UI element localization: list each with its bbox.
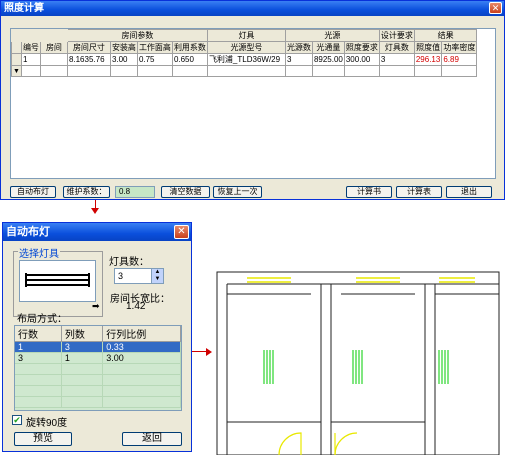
- col-header-size[interactable]: 房间尺寸: [66, 41, 111, 54]
- list-header-ratio[interactable]: 行列比例: [102, 326, 181, 342]
- group-lamp: 灯具: [206, 29, 286, 42]
- col-header-source-model[interactable]: 光源型号: [206, 41, 286, 54]
- auto-layout-button[interactable]: 自动布灯: [10, 186, 56, 198]
- list-item[interactable]: 1 3 0.33: [15, 341, 181, 353]
- lamp-count-spinner[interactable]: 3 ▲ ▼: [114, 268, 164, 284]
- cell-id[interactable]: 1: [20, 53, 41, 66]
- cell-source-model[interactable]: 飞利浦_TLD36W/29: [206, 53, 286, 66]
- cell-work-height[interactable]: 0.75: [136, 53, 173, 66]
- exit-button[interactable]: 退出: [446, 186, 492, 198]
- rotate-90-checkbox[interactable]: ✔: [12, 415, 22, 425]
- cell-mount-height[interactable]: 3.00: [109, 53, 138, 66]
- list-header-cols[interactable]: 列数: [61, 326, 104, 342]
- cell-lamp-count[interactable]: 3: [378, 53, 415, 66]
- row-selector-header[interactable]: [11, 41, 22, 54]
- layout-options-list[interactable]: 行数 列数 行列比例 1 3 0.33 3 1 3.00: [14, 325, 182, 411]
- layout-mode-label: 布局方式：: [17, 314, 67, 325]
- list-cell-cols: 3: [61, 341, 104, 353]
- lamp-count-label: 灯具数：: [109, 257, 149, 268]
- lamp-count-value: 3: [118, 271, 124, 281]
- group-result: 结果: [413, 29, 478, 42]
- lamp-fixtures: [263, 350, 449, 384]
- cell-power-density[interactable]: 6.89: [441, 53, 478, 66]
- calc-window-titlebar[interactable]: 照度计算 ✕: [1, 1, 504, 16]
- list-header-rows[interactable]: 行数: [15, 326, 62, 342]
- calc-report-button[interactable]: 计算书: [346, 186, 392, 198]
- group-light-source: 光源: [284, 29, 380, 42]
- illumination-calc-window: 照度计算 ✕ 房间参数 灯具 光源 设计要求 结果 编号 房间 房间尺寸 安装高…: [0, 0, 505, 200]
- rotate-90-label: 旋转90度: [26, 418, 68, 429]
- cell-size[interactable]: 8.1635.76: [66, 53, 111, 66]
- table-row-new[interactable]: ▼: [11, 65, 478, 77]
- col-header-flux[interactable]: 光通量: [311, 41, 345, 54]
- col-header-illum-value[interactable]: 照度值: [413, 41, 443, 54]
- table-row[interactable]: 1 8.1635.76 3.00 0.75 0.650 飞利浦_TLD36W/2…: [11, 53, 478, 66]
- select-lamp-legend: 选择灯具: [18, 245, 60, 260]
- calc-table-button[interactable]: 计算表: [396, 186, 442, 198]
- list-cell-cols: 1: [61, 352, 104, 364]
- col-header-room[interactable]: 房间: [39, 41, 68, 54]
- window-marks: [247, 277, 475, 283]
- list-item[interactable]: 3 1 3.00: [15, 352, 181, 364]
- col-header-power-density[interactable]: 功率密度: [441, 41, 478, 54]
- row-selector[interactable]: [11, 53, 22, 66]
- new-row-dropdown-icon[interactable]: ▼: [11, 65, 22, 77]
- lamp-preview-image[interactable]: [19, 260, 96, 302]
- list-cell-ratio: 0.33: [102, 341, 181, 353]
- select-lamp-group: 选择灯具 ➡: [13, 245, 103, 317]
- calc-window-title: 照度计算: [4, 3, 44, 14]
- col-header-work-height[interactable]: 工作面高: [136, 41, 173, 54]
- preview-button[interactable]: 预览: [14, 432, 72, 446]
- arrow-right-head: [206, 348, 212, 356]
- auto-dialog-titlebar[interactable]: 自动布灯 ✕: [3, 223, 191, 241]
- col-header-util-factor[interactable]: 利用系数: [171, 41, 208, 54]
- cell-illum-value[interactable]: 296.13: [413, 53, 443, 66]
- restore-previous-button[interactable]: 恢复上一次: [213, 186, 262, 198]
- cell-flux[interactable]: 8925.00: [311, 53, 345, 66]
- list-cell-ratio: 3.00: [102, 352, 181, 364]
- clear-data-button[interactable]: 清空数据: [161, 186, 210, 198]
- back-button[interactable]: 返回: [122, 432, 182, 446]
- list-cell-rows: 3: [15, 352, 62, 364]
- auto-dialog-title: 自动布灯: [6, 226, 50, 238]
- list-cell-rows: 1: [15, 341, 62, 353]
- col-header-mount-height[interactable]: 安装高: [109, 41, 138, 54]
- group-room-params: 房间参数: [66, 29, 208, 42]
- door-swings: [278, 432, 358, 455]
- cell-room[interactable]: [39, 53, 68, 66]
- calc-grid[interactable]: 房间参数 灯具 光源 设计要求 结果 编号 房间 房间尺寸 安装高 工作面高 利…: [10, 28, 496, 179]
- group-design-req: 设计要求: [378, 29, 415, 42]
- lamp-select-arrow-icon[interactable]: ➡: [92, 302, 102, 311]
- aspect-ratio-value: 1.42: [126, 301, 146, 312]
- cad-floor-plan[interactable]: [213, 270, 505, 455]
- col-header-source-count[interactable]: 光源数: [284, 41, 313, 54]
- maintenance-factor-label: 维护系数：: [63, 186, 110, 198]
- spinner-arrows-icon[interactable]: ▲ ▼: [151, 269, 163, 283]
- cell-illum-req[interactable]: 300.00: [343, 53, 380, 66]
- cell-source-count[interactable]: 3: [284, 53, 313, 66]
- arrow-down-head: [91, 208, 99, 214]
- maintenance-factor-field[interactable]: 0.8: [115, 186, 155, 198]
- col-header-illum-req[interactable]: 照度要求: [343, 41, 380, 54]
- col-header-lamp-count[interactable]: 灯具数: [378, 41, 415, 54]
- close-icon[interactable]: ✕: [489, 2, 502, 14]
- close-icon[interactable]: ✕: [174, 225, 189, 239]
- cell-util-factor[interactable]: 0.650: [171, 53, 208, 66]
- col-header-id[interactable]: 编号: [20, 41, 41, 54]
